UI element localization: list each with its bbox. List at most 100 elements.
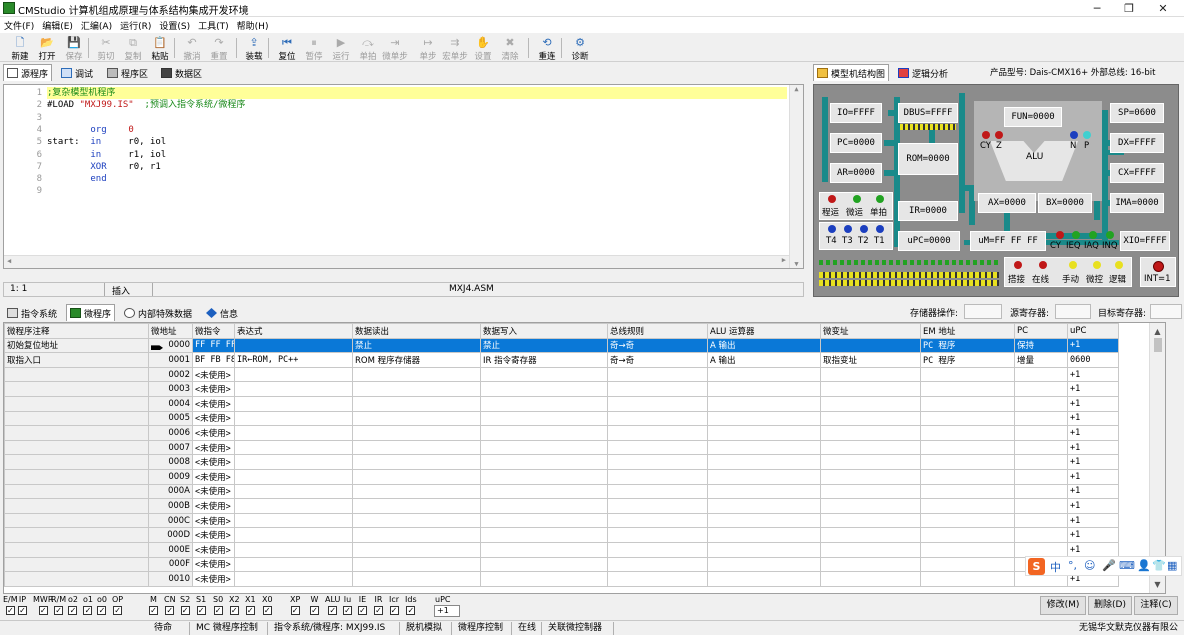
table-row[interactable]: 000D <未使用> +1 (4, 527, 1119, 543)
table-cell[interactable] (607, 556, 708, 573)
table-cell[interactable] (607, 512, 708, 529)
table-cell[interactable]: <未使用> (192, 468, 235, 485)
flag-o2[interactable]: o2 ✓ (68, 595, 78, 615)
table-cell[interactable]: <未使用> (192, 541, 235, 558)
tab-instruction-set[interactable]: 指令系统 (3, 304, 61, 321)
table-row[interactable]: 0004 <未使用> +1 (4, 395, 1119, 412)
paste-button[interactable]: 📋 粘贴 (146, 35, 174, 62)
table-cell[interactable] (1014, 468, 1068, 485)
table-cell[interactable]: 0006 (148, 425, 193, 441)
table-cell[interactable]: ROM 程序存储器 (352, 352, 481, 368)
menu-assemble[interactable]: 汇编(A) (77, 17, 116, 34)
table-cell[interactable]: 0009 (148, 468, 193, 485)
flag-r-m[interactable]: R/M ✓ (51, 595, 66, 615)
table-cell[interactable] (707, 483, 821, 500)
table-cell[interactable] (480, 366, 608, 383)
flag-s1[interactable]: S1 ✓ (196, 595, 206, 615)
tab-logic-analysis[interactable]: 逻辑分析 (894, 64, 952, 81)
flag-checkbox[interactable]: ✓ (38, 606, 48, 615)
table-cell[interactable] (607, 366, 708, 383)
tab-microprogram[interactable]: 微程序 (66, 304, 116, 321)
cut-button[interactable]: ✂ 剪切 (92, 35, 120, 62)
reconnect-button[interactable]: ⟲ 重连 (533, 35, 561, 62)
table-cell[interactable] (607, 410, 708, 427)
table-cell[interactable] (707, 571, 821, 587)
table-cell[interactable] (920, 498, 1015, 514)
table-cell[interactable] (607, 468, 708, 485)
table-cell[interactable] (352, 541, 481, 558)
table-cell[interactable] (820, 425, 921, 441)
table-cell[interactable] (820, 366, 921, 383)
flag-o0[interactable]: o0 ✓ (97, 595, 107, 615)
flag-s0[interactable]: S0 ✓ (213, 595, 223, 615)
table-cell[interactable] (480, 395, 608, 412)
table-cell[interactable] (352, 512, 481, 529)
flag-checkbox[interactable]: ✓ (328, 606, 338, 615)
table-cell[interactable] (820, 498, 921, 514)
tab-debug[interactable]: 调试 (57, 64, 97, 81)
column-header[interactable]: 微指令 (192, 323, 235, 339)
load-button[interactable]: ⇪ 装载 (240, 35, 268, 62)
table-cell[interactable] (820, 439, 921, 456)
table-cell[interactable] (920, 571, 1015, 587)
flag-checkbox[interactable]: ✓ (5, 606, 15, 615)
flag-checkbox[interactable]: ✓ (389, 606, 399, 615)
pause-button[interactable]: ⏸ 暂停 (300, 35, 328, 62)
table-cell[interactable]: +1 (1067, 425, 1119, 441)
table-cell[interactable] (920, 483, 1015, 500)
table-row[interactable]: 000E <未使用> +1 (4, 541, 1119, 558)
flag-checkbox[interactable]: ✓ (196, 606, 206, 615)
flag-s2[interactable]: S2 ✓ (180, 595, 190, 615)
table-cell[interactable] (707, 454, 821, 470)
table-row[interactable]: 0005 <未使用> +1 (4, 410, 1119, 427)
table-cell[interactable] (820, 395, 921, 412)
table-cell[interactable]: 0008 (148, 454, 193, 470)
table-cell[interactable]: 0001 (148, 352, 193, 368)
table-cell[interactable]: 0003 (148, 381, 193, 397)
flag-checkbox[interactable]: ✓ (149, 606, 158, 615)
flag-checkbox[interactable]: ✓ (68, 606, 78, 615)
comment-button[interactable]: 注释(C) (1134, 596, 1178, 615)
table-row[interactable]: 0006 <未使用> +1 (4, 425, 1119, 441)
table-cell[interactable]: 初始复位地址 (4, 337, 149, 354)
table-cell[interactable] (820, 571, 921, 587)
table-cell[interactable]: 取指入口 (4, 352, 149, 368)
table-vertical-scrollbar[interactable]: ▲ ▼ (1149, 323, 1165, 593)
table-cell[interactable] (707, 439, 821, 456)
table-cell[interactable]: 0000 (148, 337, 193, 354)
table-cell[interactable] (820, 483, 921, 500)
flag-ids[interactable]: Ids ✓ (405, 595, 417, 615)
table-cell[interactable] (234, 366, 353, 383)
flag-checkbox[interactable]: ✓ (83, 606, 93, 615)
table-row[interactable]: 初始复位地址 0000 FF FF FF 禁止 禁止 奇→奇 A 输出 PC 程序 保持 +1 (4, 337, 1119, 354)
table-cell[interactable] (234, 454, 353, 470)
flag-checkbox[interactable]: ✓ (113, 606, 123, 615)
table-cell[interactable] (4, 468, 149, 485)
tab-program-area[interactable]: 程序区 (103, 64, 152, 81)
column-header[interactable]: PC (1014, 323, 1068, 339)
table-cell[interactable]: 000D (148, 527, 193, 543)
flag-op[interactable]: OP ✓ (112, 595, 123, 615)
table-cell[interactable]: 0004 (148, 395, 193, 412)
table-cell[interactable]: <未使用> (192, 425, 235, 441)
table-cell[interactable] (920, 541, 1015, 558)
column-header[interactable]: 微程序注释 (4, 323, 149, 339)
table-cell[interactable] (234, 395, 353, 412)
table-cell[interactable] (234, 425, 353, 441)
table-cell[interactable] (4, 483, 149, 500)
table-cell[interactable] (480, 468, 608, 485)
flag-xp[interactable]: XP ✓ (290, 595, 300, 615)
table-cell[interactable] (480, 512, 608, 529)
table-cell[interactable] (234, 439, 353, 456)
flag-checkbox[interactable]: ✓ (245, 606, 255, 615)
table-row[interactable]: 000F<未使用>+1 (4, 556, 1119, 573)
column-header[interactable]: 表达式 (234, 323, 353, 339)
flag-iu[interactable]: Iu ✓ (343, 595, 352, 615)
table-cell[interactable] (4, 381, 149, 397)
table-cell[interactable] (820, 556, 921, 573)
tab-internal-data[interactable]: 内部特殊数据 (120, 304, 196, 321)
table-cell[interactable]: PC 程序 (920, 337, 1015, 354)
table-cell[interactable] (1014, 527, 1068, 543)
table-cell[interactable] (920, 439, 1015, 456)
modify-button[interactable]: 修改(M) (1040, 596, 1086, 615)
